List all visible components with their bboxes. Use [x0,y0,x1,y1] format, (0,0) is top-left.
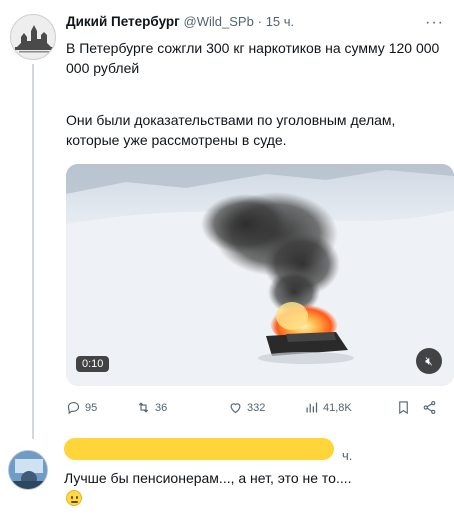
reply-time[interactable]: ч. [342,448,352,463]
bookmark-button[interactable] [396,400,411,415]
slightly-smiling-face-icon [66,490,82,506]
author-handle[interactable]: @Wild_SPb [184,14,254,29]
retweet-button[interactable]: 36 [136,400,167,415]
redaction-highlight [64,438,334,460]
views-count: 41,8K [323,401,352,414]
author-avatar[interactable] [10,14,56,60]
share-button[interactable] [422,400,437,415]
like-button[interactable]: 332 [228,400,265,415]
video-duration: 0:10 [76,356,110,372]
more-options-icon[interactable]: ··· [425,14,444,32]
retweet-count: 36 [155,401,168,414]
share-icon [423,401,436,414]
tweet-text-paragraph-1: В Петербурге сожгли 300 кг наркотиков на… [66,40,440,76]
tweet-text-paragraph-2: Они были доказательствами по уголовным д… [66,112,396,148]
tweet-actions: 95 36 332 41,8K [66,400,446,418]
retweet-icon [138,402,149,413]
reply-count: 95 [85,401,98,414]
like-count: 332 [247,401,266,414]
reply-text: Лучше бы пенсионерам..., а нет, это не т… [64,470,352,486]
user-photo-icon [9,451,47,489]
heart-icon [230,403,241,414]
reply-avatar[interactable] [8,450,48,490]
tweet-header: Дикий Петербург @Wild_SPb · 15 ч. [66,14,294,29]
speaker-muted-icon[interactable]: 🔇︎ [416,348,442,374]
bookmark-icon [399,401,408,415]
reply-tweet[interactable]: ч. Лучше бы пенсионерам..., а нет, это н… [0,438,454,515]
tweet-time[interactable]: 15 ч. [266,14,294,29]
separator-dot: · [257,14,262,29]
reply-button[interactable]: 95 [66,400,97,415]
thread-line [32,64,34,439]
views-button[interactable]: 41,8K [304,400,352,415]
video-frame-burning-fire [66,164,454,386]
views-chart-icon [306,402,318,413]
author-name[interactable]: Дикий Петербург [66,14,180,29]
video-player[interactable]: 0:10 🔇︎ [66,164,454,386]
tweet[interactable]: Дикий Петербург @Wild_SPb · 15 ч. ··· В … [0,0,454,439]
city-skyline-icon [11,15,55,59]
reply-icon [67,401,80,415]
